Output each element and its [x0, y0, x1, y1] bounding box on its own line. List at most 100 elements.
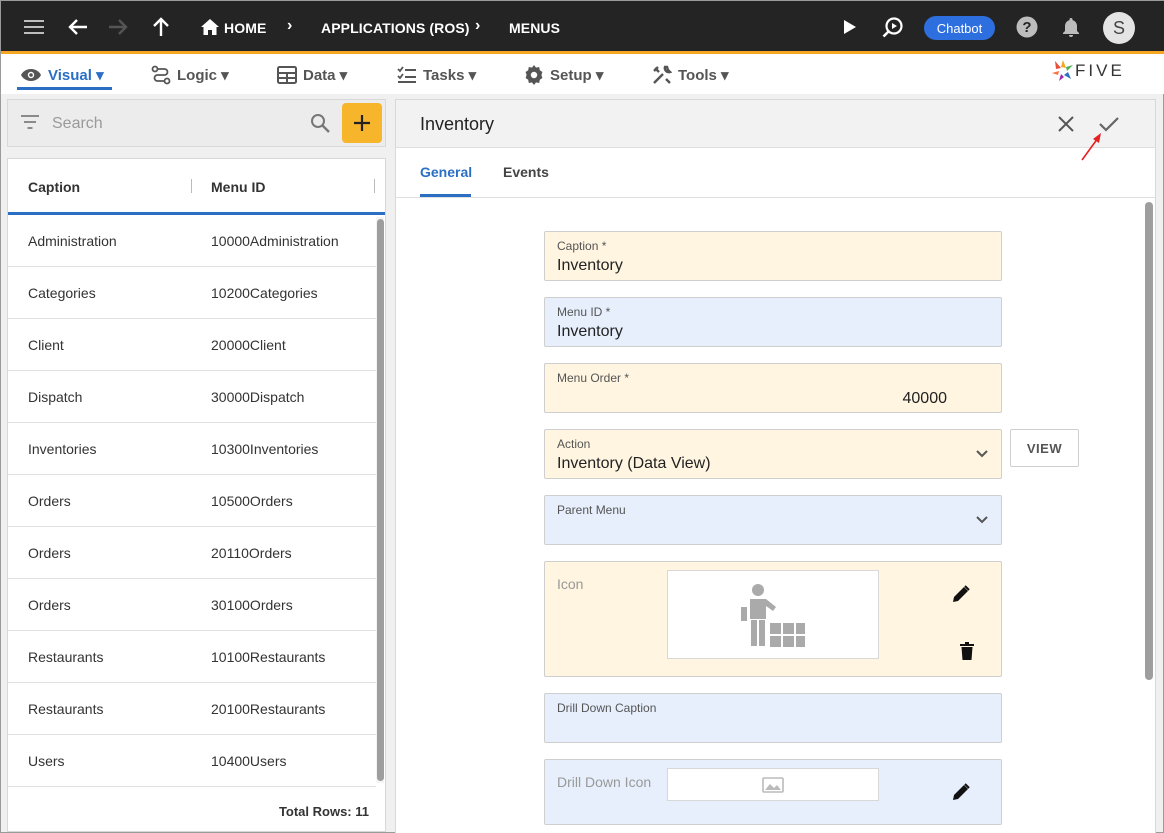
- table-row[interactable]: Dispatch 30000Dispatch: [8, 371, 376, 423]
- form-scrollbar[interactable]: [1145, 202, 1153, 680]
- view-action-button[interactable]: VIEW: [1010, 429, 1079, 467]
- tab-general[interactable]: General: [420, 164, 472, 180]
- row-caption: Orders: [28, 597, 71, 613]
- gear-icon: [525, 65, 543, 85]
- menu-order-field[interactable]: Menu Order * 40000: [544, 363, 1002, 413]
- breadcrumb-home[interactable]: HOME: [224, 20, 266, 36]
- notification-bell-icon[interactable]: [1058, 14, 1084, 40]
- menu-list: Caption Menu ID Administration 10000Admin…: [7, 158, 386, 832]
- row-menu-id: 10100Restaurants: [211, 649, 326, 665]
- help-icon[interactable]: ?: [1014, 14, 1040, 40]
- menu-order-value: 40000: [902, 390, 948, 407]
- filter-icon[interactable]: [21, 115, 39, 134]
- edit-drill-down-icon-button[interactable]: [949, 780, 973, 804]
- table-row[interactable]: Orders 30100Orders: [8, 579, 376, 631]
- edit-icon-button[interactable]: [949, 582, 973, 606]
- list-scrollbar-thumb[interactable]: [377, 219, 384, 781]
- top-bar: HOME › APPLICATIONS (ROS) › MENUS Chatbo…: [1, 1, 1164, 54]
- svg-text:?: ?: [1022, 19, 1031, 36]
- menu-tools[interactable]: Tools ▾: [652, 64, 729, 86]
- chevron-down-icon[interactable]: [975, 512, 989, 526]
- icon-preview[interactable]: [667, 570, 879, 659]
- forward-arrow-icon[interactable]: [105, 14, 131, 40]
- table-row[interactable]: Administration 10000Administration: [8, 215, 376, 267]
- parent-menu-label: Parent Menu: [557, 503, 626, 517]
- menu-logic[interactable]: Logic ▾: [151, 64, 229, 86]
- menu-visual[interactable]: Visual ▾: [20, 64, 104, 86]
- plus-icon: [354, 115, 370, 131]
- eye-icon: [21, 69, 41, 81]
- row-caption: Dispatch: [28, 389, 83, 405]
- inventory-worker-icon: [741, 583, 805, 647]
- logo-text: FIVE: [1075, 61, 1125, 80]
- table-row[interactable]: Client 20000Client: [8, 319, 376, 371]
- row-menu-id: 20000Client: [211, 337, 286, 353]
- list-scrollbar[interactable]: [376, 217, 384, 783]
- action-select[interactable]: Action Inventory (Data View): [544, 429, 1002, 479]
- row-menu-id: 10400Users: [211, 753, 287, 769]
- menu-logic-label: Logic: [177, 66, 217, 84]
- column-header-menu-id[interactable]: Menu ID: [211, 179, 265, 195]
- breadcrumb-menus[interactable]: MENUS: [509, 20, 560, 36]
- parent-menu-select[interactable]: Parent Menu: [544, 495, 1002, 545]
- row-menu-id: 30000Dispatch: [211, 389, 305, 405]
- row-caption: Restaurants: [28, 649, 104, 665]
- table-row[interactable]: Users 10400Users: [8, 735, 376, 787]
- detail-tabs: General Events: [396, 148, 1155, 198]
- column-divider[interactable]: [374, 179, 375, 193]
- search-play-icon[interactable]: [880, 14, 906, 40]
- row-menu-id: 10300Inventories: [211, 441, 319, 457]
- column-divider[interactable]: [191, 179, 192, 193]
- checkmark-icon: [1099, 117, 1119, 132]
- tab-events[interactable]: Events: [503, 164, 549, 180]
- row-caption: Users: [28, 753, 65, 769]
- table-row[interactable]: Restaurants 10100Restaurants: [8, 631, 376, 683]
- drill-down-icon-preview[interactable]: [667, 768, 879, 801]
- list-header: Caption Menu ID: [8, 159, 385, 215]
- search-icon[interactable]: [310, 113, 330, 138]
- delete-icon-button[interactable]: [955, 639, 979, 663]
- play-icon[interactable]: [837, 14, 863, 40]
- add-record-button[interactable]: [342, 103, 382, 143]
- table-row[interactable]: Categories 10200Categories: [8, 267, 376, 319]
- search-input[interactable]: [52, 113, 302, 135]
- table-icon: [277, 66, 297, 84]
- action-value: Inventory (Data View): [557, 455, 711, 472]
- menu-id-label: Menu ID *: [557, 305, 611, 319]
- menu-tasks[interactable]: Tasks ▾: [397, 64, 476, 86]
- chevron-down-icon[interactable]: [975, 446, 989, 460]
- image-placeholder-icon: [762, 776, 784, 793]
- menu-id-field[interactable]: Menu ID * Inventory: [544, 297, 1002, 347]
- table-row[interactable]: Orders 10500Orders: [8, 475, 376, 527]
- row-menu-id: 30100Orders: [211, 597, 293, 613]
- hamburger-menu-icon[interactable]: [21, 14, 47, 40]
- menu-id-value: Inventory: [557, 323, 623, 340]
- breadcrumb-applications[interactable]: APPLICATIONS (ROS): [321, 20, 470, 36]
- caption-field[interactable]: Caption * Inventory: [544, 231, 1002, 281]
- icon-label: Icon: [557, 576, 584, 592]
- total-rows-count: Total Rows: 11: [278, 804, 369, 819]
- up-arrow-icon[interactable]: [148, 14, 174, 40]
- row-caption: Restaurants: [28, 701, 104, 717]
- row-caption: Administration: [28, 233, 117, 249]
- close-icon: [1058, 116, 1074, 132]
- row-menu-id: 10000Administration: [211, 233, 339, 249]
- menu-data[interactable]: Data ▾: [277, 64, 347, 86]
- tasks-icon: [397, 66, 416, 83]
- table-row[interactable]: Inventories 10300Inventories: [8, 423, 376, 475]
- table-row[interactable]: Orders 20110Orders: [8, 527, 376, 579]
- close-button[interactable]: [1054, 112, 1078, 136]
- table-row[interactable]: Restaurants 20100Restaurants: [8, 683, 376, 735]
- chatbot-button[interactable]: Chatbot: [924, 16, 995, 40]
- menu-setup[interactable]: Setup ▾: [524, 64, 603, 86]
- breadcrumb-separator-icon: ›: [475, 17, 481, 34]
- user-avatar[interactable]: S: [1103, 12, 1135, 44]
- drill-down-icon-label: Drill Down Icon: [557, 774, 652, 790]
- row-caption: Client: [28, 337, 64, 353]
- drill-down-caption-field[interactable]: Drill Down Caption: [544, 693, 1002, 743]
- back-arrow-icon[interactable]: [65, 14, 91, 40]
- breadcrumb-separator-icon: ›: [287, 17, 293, 34]
- home-icon[interactable]: [197, 14, 223, 40]
- column-header-caption[interactable]: Caption: [28, 179, 80, 195]
- menu-visual-label: Visual: [48, 66, 92, 84]
